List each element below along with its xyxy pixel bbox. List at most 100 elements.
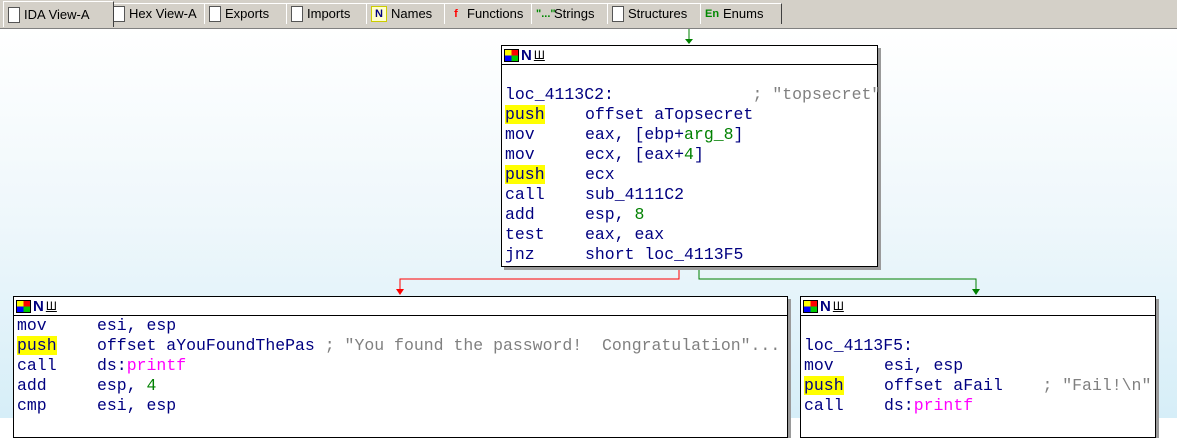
operand: esi, esp [884, 356, 964, 375]
mnemonic-cell: add [17, 376, 97, 396]
mnemonic: mov [804, 356, 834, 375]
operand: ecx, [eax+ [585, 145, 685, 164]
code-listing: mov esi, esp push offset aYouFoundThePas ; … [14, 316, 787, 416]
mnemonic-cell: call [804, 396, 884, 416]
instruction-line[interactable]: mov eax, [ebp+arg_8] [505, 125, 874, 145]
color-palette-icon[interactable] [803, 299, 818, 313]
tab-functions[interactable]: f Functions [444, 3, 537, 24]
block-header: NШ [14, 297, 787, 316]
instruction-line[interactable]: test eax, eax [505, 225, 874, 245]
operand: ds: [97, 356, 127, 375]
mnemonic: add [505, 205, 535, 224]
mnemonic: mov [505, 125, 535, 144]
operand-value: 4 [146, 376, 157, 395]
instruction-line[interactable]: mov esi, esp [804, 356, 1152, 376]
mnemonic-cell: mov [505, 125, 585, 145]
mnemonic-cell: push [804, 376, 884, 396]
operand: eax, [ebp+ [585, 125, 685, 144]
mnemonic-cell: test [505, 225, 585, 245]
mnemonic-cell: push [17, 336, 97, 356]
instruction-line[interactable]: mov esi, esp [17, 316, 784, 336]
code-block-loc-4113C2[interactable]: N Шloc_4113C2: ; "topsecret" push offset aT… [501, 45, 881, 267]
color-palette-icon[interactable] [504, 48, 519, 62]
graph-icon[interactable]: Ш [833, 299, 844, 313]
mnemonic-cell: call [17, 356, 97, 376]
strings-icon: "..." [536, 8, 556, 20]
tab-ida-view-a[interactable]: IDA View-A [3, 1, 114, 27]
mnemonic: push [17, 336, 57, 355]
mnemonic-cell: jnz [505, 245, 585, 265]
operand: eax, eax [585, 225, 665, 244]
code-label: loc_4113F5: [804, 336, 1152, 356]
operand: offset aFail [884, 376, 1043, 395]
instruction-line[interactable]: mov ecx, [eax+4] [505, 145, 874, 165]
instruction-line[interactable]: push offset aTopsecret [505, 105, 874, 125]
function-name[interactable]: printf [914, 396, 973, 415]
tab-label: Hex View-A [129, 6, 197, 21]
code-block-loc-4113F5[interactable]: N Шloc_4113F5: mov esi, esp push offset aFail… [800, 296, 1156, 438]
mnemonic: cmp [17, 396, 47, 415]
graph-icon[interactable]: Ш [534, 48, 545, 62]
label-comment: ; "topsecret" [752, 85, 882, 104]
rename-icon[interactable]: N [820, 298, 831, 315]
operand-tail: ] [733, 125, 744, 144]
tab-imports[interactable]: Imports [286, 3, 372, 24]
code-label: loc_4113C2: ; "topsecret" [505, 85, 881, 105]
tab-structures[interactable]: Structures [607, 3, 706, 24]
code-listing: loc_4113C2: ; "topsecret" push offset aTop… [502, 65, 881, 265]
operand: offset aYouFoundThePas [97, 336, 325, 355]
instruction-line[interactable]: cmp esi, esp [17, 396, 784, 416]
graph-view[interactable]: N Шloc_4113C2: ; "topsecret" push offset aT… [0, 29, 1177, 438]
mnemonic-cell: call [505, 185, 585, 205]
function-name[interactable]: printf [127, 356, 186, 375]
incoming-arrow [685, 39, 693, 44]
tab-strings[interactable]: "..." Strings [531, 3, 613, 24]
instruction-line[interactable]: call sub_4111C2 [505, 185, 874, 205]
tab-names[interactable]: N Names [366, 3, 450, 24]
rename-icon[interactable]: N [33, 298, 44, 315]
ida-view-icon [8, 6, 20, 23]
block-header: NШ [801, 297, 1155, 316]
tab-enums[interactable]: En Enums [700, 3, 782, 24]
operand: esi, esp [97, 396, 177, 415]
mnemonic-cell: mov [17, 316, 97, 336]
instruction-line[interactable]: call ds:printf [17, 356, 784, 376]
graph-icon[interactable]: Ш [46, 299, 57, 313]
operand: ecx [585, 165, 615, 184]
instruction-line[interactable]: add esp, 4 [17, 376, 784, 396]
operand-tail: ] [693, 145, 704, 164]
label-name[interactable]: loc_4113C2: [505, 85, 614, 104]
instruction-line[interactable]: call ds:printf [804, 396, 1152, 416]
operand: esp, [97, 376, 147, 395]
code-block-success[interactable]: N Шmov esi, esp push offset aYouFoundThePas … [13, 296, 788, 438]
structures-icon [612, 6, 624, 22]
label-name[interactable]: loc_4113F5: [804, 336, 913, 355]
imports-icon [291, 6, 303, 22]
false-edge [399, 267, 680, 291]
mnemonic: push [505, 105, 545, 124]
rename-icon[interactable]: N [521, 47, 532, 64]
enums-icon: En [705, 8, 720, 20]
color-palette-icon[interactable] [16, 299, 31, 313]
mnemonic: mov [17, 316, 47, 335]
instruction-line[interactable]: push offset aYouFoundThePas ; "You found … [17, 336, 784, 356]
names-icon: N [371, 6, 387, 22]
tab-hex-view-a[interactable]: Hex View-A [108, 3, 210, 24]
mnemonic: push [804, 376, 844, 395]
mnemonic: add [17, 376, 47, 395]
mnemonic: call [505, 185, 545, 204]
mnemonic: call [804, 396, 844, 415]
operand: ds: [884, 396, 914, 415]
tab-exports[interactable]: Exports [204, 3, 292, 24]
instruction-line[interactable]: push offset aFail ; "Fail!\n" [804, 376, 1152, 396]
hex-view-icon [113, 6, 125, 22]
tab-label: Strings [554, 6, 595, 21]
comment: ; "You found the password! Congratulatio… [324, 336, 781, 355]
true-edge [698, 267, 977, 291]
instruction-line[interactable]: add esp, 8 [505, 205, 874, 225]
instruction-line[interactable]: push ecx [505, 165, 874, 185]
instruction-line[interactable]: jnz short loc_4113F5 [505, 245, 874, 265]
operand-value: 8 [634, 205, 645, 224]
false-arrow [396, 289, 404, 295]
